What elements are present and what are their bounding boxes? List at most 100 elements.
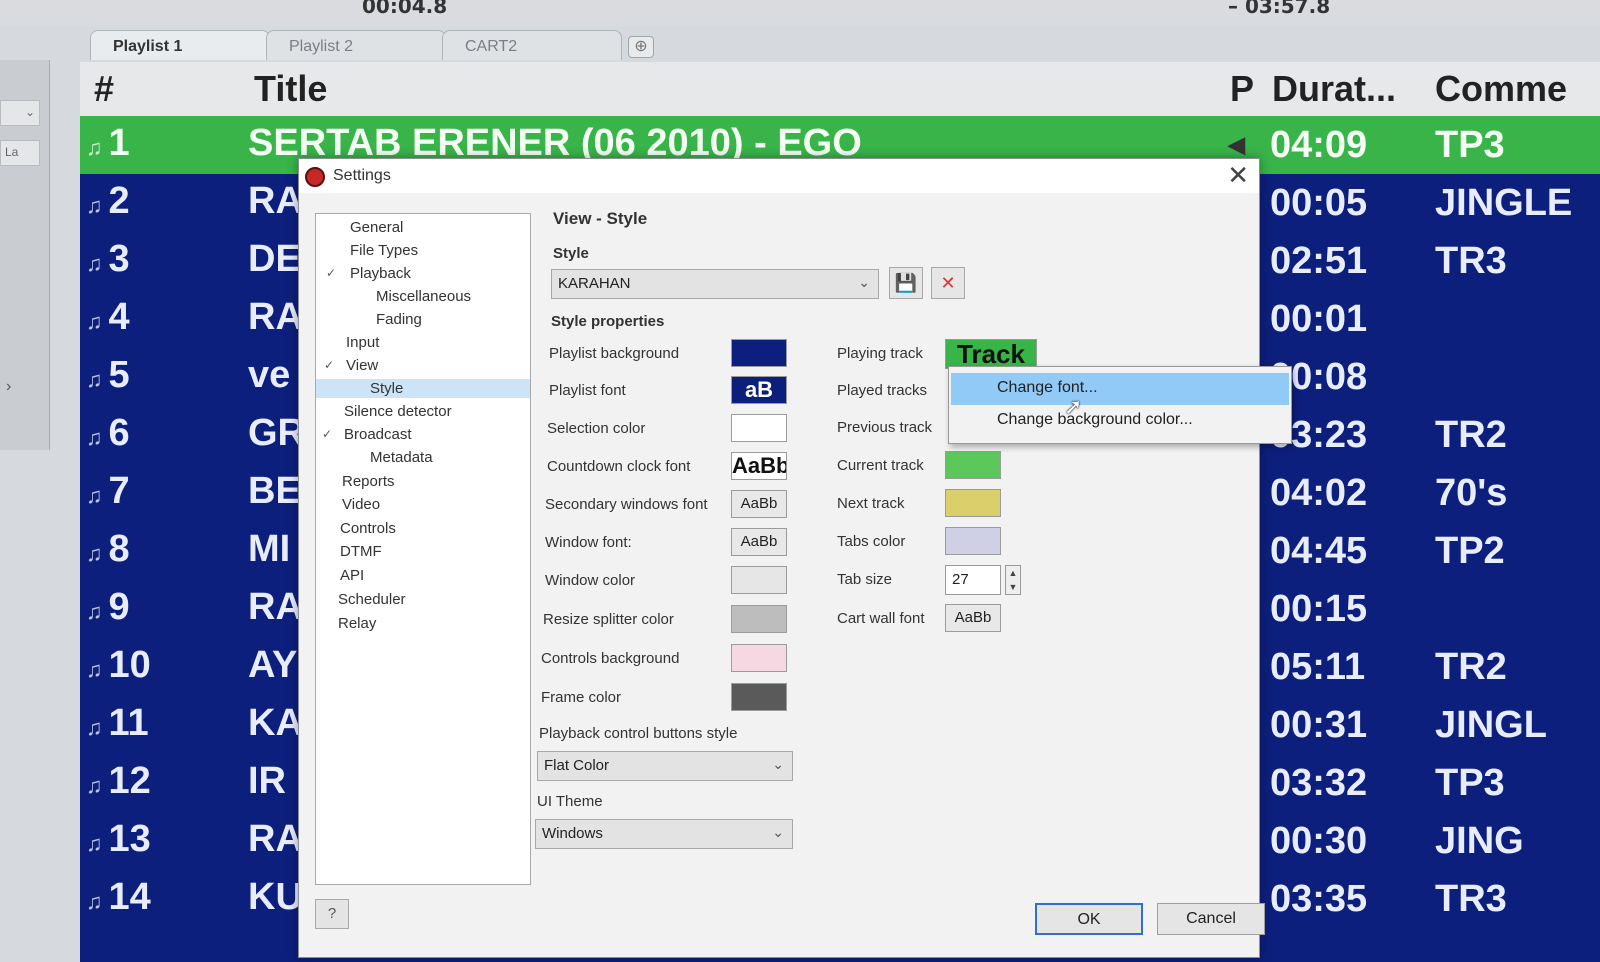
color-swatch[interactable] xyxy=(731,644,787,672)
track-duration: 05:11 xyxy=(1270,646,1366,688)
chevron-up-icon[interactable]: ▲ xyxy=(1009,568,1018,578)
save-style-button[interactable]: 💾 xyxy=(889,267,923,299)
current-track-color-swatch[interactable] xyxy=(945,451,1001,479)
chevron-down-icon[interactable]: ✓ xyxy=(324,358,334,372)
tree-item-fading[interactable]: Fading xyxy=(372,310,426,329)
chevron-down-icon[interactable]: ✓ xyxy=(326,266,336,280)
column-duration[interactable]: Durat... xyxy=(1272,68,1396,110)
track-number-text: 9 xyxy=(108,586,130,628)
tree-item-file-types[interactable]: File Types xyxy=(346,241,422,260)
track-title: RA xyxy=(248,586,303,628)
tree-item-video[interactable]: Video xyxy=(338,495,384,514)
column-p[interactable]: P xyxy=(1230,68,1254,110)
tab-cart2[interactable]: CART2 xyxy=(442,30,622,60)
column-comment[interactable]: Comme xyxy=(1435,68,1567,110)
color-swatch[interactable] xyxy=(731,605,787,633)
tree-item-metadata[interactable]: Metadata xyxy=(366,448,437,467)
delete-icon: ✕ xyxy=(940,273,956,293)
ui-theme-dropdown[interactable]: Windows ⌄ xyxy=(535,819,793,849)
tab-size-input[interactable]: 27 xyxy=(945,565,1001,595)
tree-item-view[interactable]: View xyxy=(342,356,382,375)
property-label: Selection color xyxy=(547,420,646,437)
color-swatch[interactable] xyxy=(731,339,787,367)
cart-wall-font-label: Cart wall font xyxy=(837,610,925,627)
tree-item-input[interactable]: Input xyxy=(342,333,383,352)
track-number: ♫ 2 xyxy=(86,180,130,223)
track-title: IR xyxy=(248,760,286,802)
tab-size-stepper[interactable]: ▲ ▼ xyxy=(1005,565,1021,595)
track-number-text: 10 xyxy=(108,644,151,686)
tree-item-controls[interactable]: Controls xyxy=(336,519,400,538)
tab-playlist-2[interactable]: Playlist 2 xyxy=(266,30,446,60)
font-sample-button[interactable]: AaBb xyxy=(731,528,787,556)
mouse-cursor-icon: ➚ xyxy=(1064,394,1083,419)
music-note-icon: ♫ xyxy=(86,425,103,450)
tree-item-silence-detector[interactable]: Silence detector xyxy=(340,402,456,421)
settings-tree: General File Types ✓ Playback Miscellane… xyxy=(315,213,531,885)
track-number: ♫ 1 xyxy=(86,122,130,165)
track-duration: 03:35 xyxy=(1270,878,1368,920)
column-title[interactable]: Title xyxy=(254,68,327,110)
track-number: ♫ 4 xyxy=(86,296,130,339)
next-track-color-swatch[interactable] xyxy=(945,489,1001,517)
add-tab-button[interactable]: ⊕ xyxy=(628,36,654,58)
tree-item-reports[interactable]: Reports xyxy=(338,472,399,491)
left-panel-field[interactable]: La xyxy=(0,140,40,166)
track-duration: 03:32 xyxy=(1270,762,1368,804)
chevron-down-icon: ⌄ xyxy=(772,824,784,840)
track-comment: TR3 xyxy=(1435,878,1507,920)
track-duration: 04:09 xyxy=(1270,124,1368,166)
tabs-color-swatch[interactable] xyxy=(945,527,1001,555)
style-dropdown[interactable]: KARAHAN ⌄ xyxy=(551,269,879,299)
chevron-down-icon: ⌄ xyxy=(24,105,35,119)
app-icon xyxy=(305,167,325,187)
ok-button[interactable]: OK xyxy=(1035,903,1143,935)
property-label: Resize splitter color xyxy=(543,611,674,628)
expand-arrow-icon[interactable]: › xyxy=(6,378,11,396)
chevron-down-icon[interactable]: ✓ xyxy=(322,427,332,441)
delete-style-button[interactable]: ✕ xyxy=(931,267,965,299)
buttons-style-dropdown[interactable]: Flat Color ⌄ xyxy=(537,751,793,781)
track-number-text: 8 xyxy=(108,528,130,570)
track-number-text: 7 xyxy=(108,470,130,512)
font-sample-button[interactable]: AaBb xyxy=(731,490,787,518)
tab-size-label: Tab size xyxy=(837,571,893,588)
menu-item-change-font[interactable]: Change font... xyxy=(951,373,1289,405)
tree-item-playback[interactable]: Playback xyxy=(346,264,415,283)
tree-item-api[interactable]: API xyxy=(336,566,368,585)
left-panel-dropdown[interactable]: ⌄ xyxy=(0,100,40,126)
tree-item-broadcast[interactable]: Broadcast xyxy=(340,425,416,444)
menu-item-change-background-color[interactable]: Change background color... xyxy=(951,405,1289,437)
plus-icon: ⊕ xyxy=(634,38,648,55)
tree-item-style[interactable]: Style xyxy=(316,379,530,398)
next-track-label: Next track xyxy=(837,495,905,512)
color-swatch[interactable] xyxy=(731,566,787,594)
chevron-down-icon[interactable]: ▼ xyxy=(1009,582,1018,592)
playing-track-style-button[interactable]: Track xyxy=(945,339,1037,369)
column-number[interactable]: # xyxy=(94,68,114,110)
tree-item-dtmf[interactable]: DTMF xyxy=(336,542,386,561)
font-sample-button[interactable]: aB xyxy=(731,376,787,404)
close-icon[interactable]: ✕ xyxy=(1227,161,1249,189)
color-swatch[interactable] xyxy=(731,683,787,711)
cancel-button[interactable]: Cancel xyxy=(1157,903,1265,935)
font-sample-button[interactable]: AaBb xyxy=(731,452,787,480)
dialog-title-bar[interactable]: Settings ✕ xyxy=(299,159,1259,193)
playing-track-label: Playing track xyxy=(837,345,923,362)
remaining-time: – 03:57.8 xyxy=(1228,0,1331,18)
ui-theme-label: UI Theme xyxy=(537,793,603,810)
dialog-title: Settings xyxy=(333,167,391,184)
player-top-bar: 00:04.8 – 03:57.8 xyxy=(0,0,1600,26)
tab-playlist-1[interactable]: Playlist 1 xyxy=(90,30,270,60)
cart-wall-font-button[interactable]: AaBb xyxy=(945,604,1001,632)
previous-track-label: Previous track xyxy=(837,419,933,436)
color-swatch[interactable] xyxy=(731,414,787,442)
tree-item-relay[interactable]: Relay xyxy=(334,614,380,633)
style-settings-panel: View - Style Style KARAHAN ⌄ 💾 ✕ Style p… xyxy=(535,205,1247,905)
tree-item-scheduler[interactable]: Scheduler xyxy=(334,590,410,609)
tree-item-miscellaneous[interactable]: Miscellaneous xyxy=(372,287,475,306)
track-duration: 00:05 xyxy=(1270,182,1368,224)
track-title: AY xyxy=(248,644,298,686)
help-button[interactable]: ? xyxy=(315,899,349,929)
tree-item-general[interactable]: General xyxy=(346,218,407,237)
